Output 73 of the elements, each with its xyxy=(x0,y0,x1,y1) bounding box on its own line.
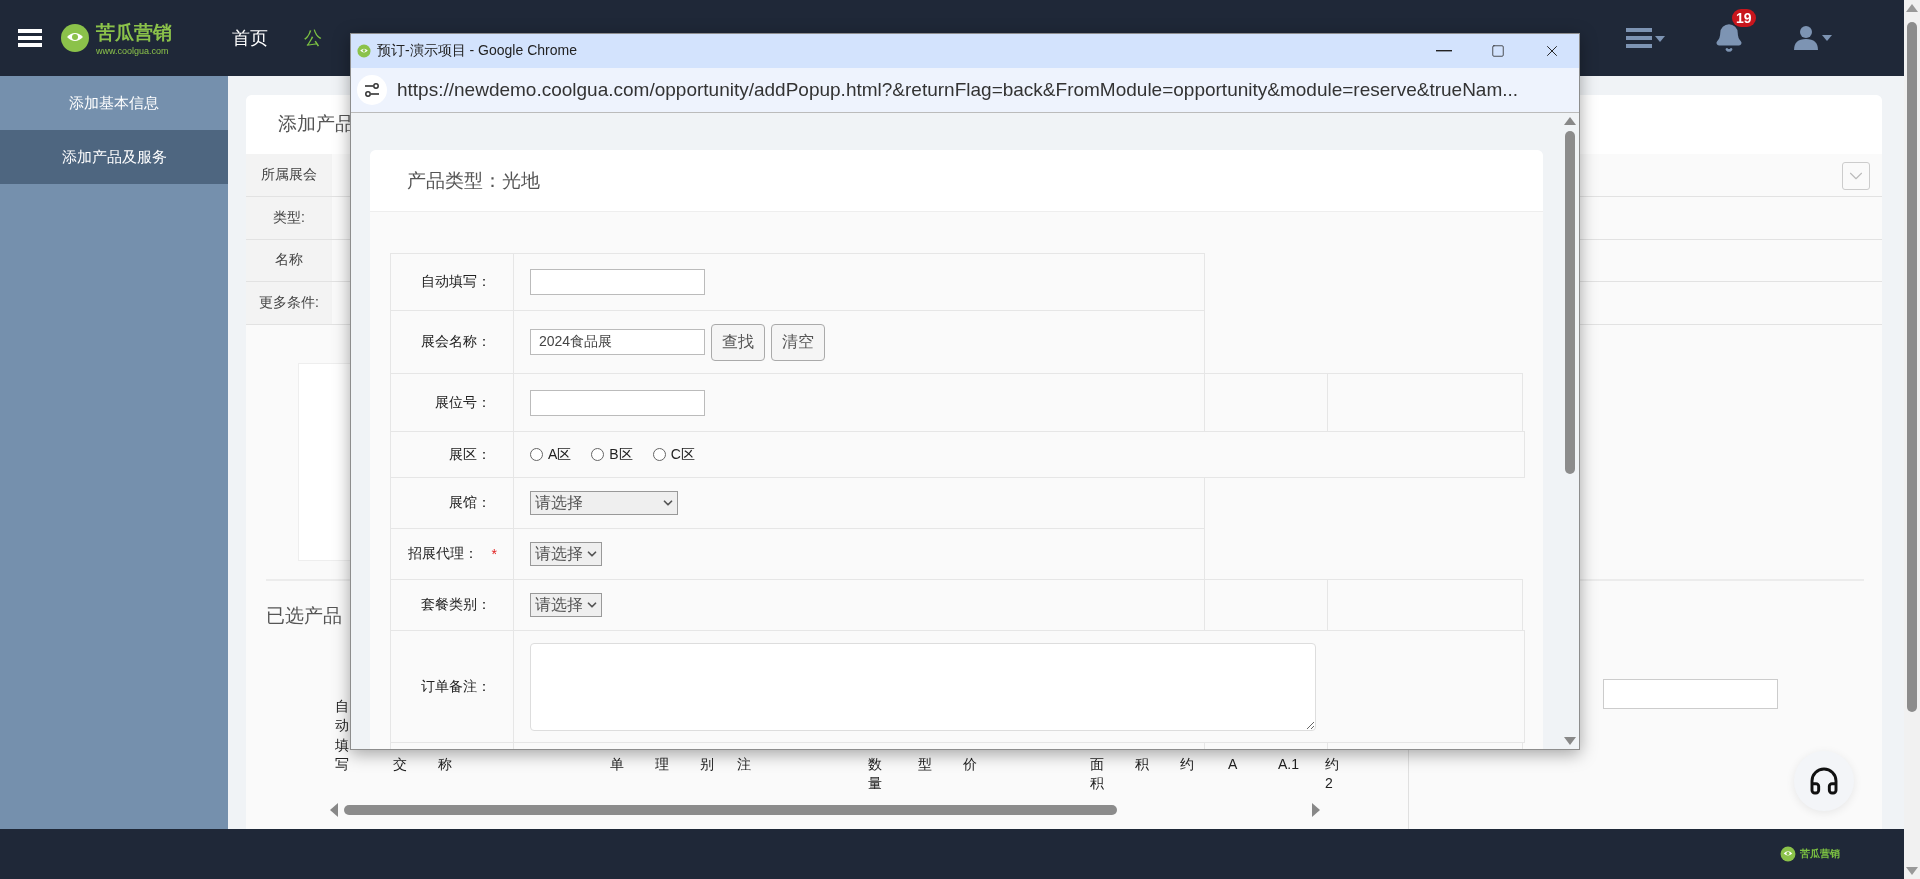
select-field[interactable]: 请选择 xyxy=(530,593,602,617)
column-header: A.1 xyxy=(1278,754,1300,774)
logo-url: www.coolgua.com xyxy=(96,46,170,56)
scroll-up-icon[interactable] xyxy=(1564,117,1576,125)
column-header: 单 xyxy=(610,754,624,774)
form-button[interactable]: 查找 xyxy=(711,323,765,361)
scrollbar-thumb[interactable] xyxy=(344,805,1117,815)
product-type-title: 产品类型：光地 xyxy=(407,168,540,193)
list-icon[interactable] xyxy=(1626,27,1666,49)
filter-label: 类型: xyxy=(246,196,332,239)
bell-icon[interactable] xyxy=(1714,23,1744,53)
radio-option[interactable]: A区 xyxy=(530,445,572,464)
sidebar-item[interactable]: 添加产品及服务 xyxy=(0,130,228,184)
column-header: 自动填写 xyxy=(335,696,349,775)
field-label: 展会名称： xyxy=(421,333,491,351)
filter-label: 名称 xyxy=(246,239,332,282)
scroll-up-icon[interactable] xyxy=(1906,4,1918,12)
logo-icon xyxy=(1780,846,1796,862)
scroll-down-icon[interactable] xyxy=(1564,737,1576,745)
headset-icon xyxy=(1808,765,1840,797)
column-header: 面积 xyxy=(1090,754,1104,794)
scrollbar-thumb[interactable] xyxy=(1565,131,1575,474)
site-info-icon[interactable] xyxy=(357,75,387,105)
menu-icon[interactable] xyxy=(18,29,42,47)
minimize-icon xyxy=(1436,50,1452,52)
column-header: 注 xyxy=(737,754,751,774)
text-area[interactable] xyxy=(530,642,1316,731)
column-header: 型 xyxy=(918,754,932,774)
scroll-down-icon[interactable] xyxy=(1906,867,1918,875)
logo-icon xyxy=(357,44,371,58)
radio-option[interactable]: B区 xyxy=(591,445,633,464)
user-icon[interactable] xyxy=(1792,25,1834,51)
column-header: 理 xyxy=(655,754,669,774)
field-label: 展位号： xyxy=(435,393,491,412)
text-field[interactable] xyxy=(530,389,705,416)
text-field[interactable] xyxy=(1603,678,1778,709)
column-header: 数量 xyxy=(868,754,882,794)
field-label: 自动填写： xyxy=(421,273,491,291)
select-field[interactable]: 请选择 xyxy=(530,491,678,515)
filter-label: 更多条件: xyxy=(246,282,332,325)
column-header: 约 xyxy=(1180,754,1194,774)
notification-badge: 19 xyxy=(1732,9,1756,27)
text-field[interactable]: 2024食品展 xyxy=(530,329,705,355)
scroll-right-icon[interactable] xyxy=(1312,803,1320,817)
form-button[interactable]: 清空 xyxy=(771,323,825,361)
field-label: 展馆： xyxy=(449,494,491,512)
field-label: 招展代理： xyxy=(407,545,478,563)
column-header: 别 xyxy=(700,754,714,774)
nav-link[interactable]: 公 xyxy=(304,26,322,50)
window-title: 预订-演示项目 - Google Chrome xyxy=(377,42,577,60)
field-label: 套餐类别： xyxy=(421,596,491,614)
maximize-icon xyxy=(1491,44,1505,58)
radio-option[interactable]: C区 xyxy=(652,445,695,464)
column-header: 积 xyxy=(1135,754,1149,774)
column-header: 约2 xyxy=(1325,754,1339,794)
logo-text: 苦瓜营销 xyxy=(96,21,172,45)
column-header: 价 xyxy=(963,754,977,774)
field-label: 展区： xyxy=(449,445,491,464)
required-mark: * xyxy=(491,546,497,562)
text-field[interactable] xyxy=(530,269,705,295)
footer-logo-text: 苦瓜营销 xyxy=(1800,847,1840,861)
column-header: 称 xyxy=(438,754,452,774)
logo-icon xyxy=(60,23,90,53)
dropdown-button[interactable] xyxy=(1842,161,1870,190)
scrollbar-thumb[interactable] xyxy=(1907,22,1917,712)
column-header: A xyxy=(1228,754,1239,774)
nav-link[interactable]: 首页 xyxy=(232,26,268,50)
scroll-left-icon[interactable] xyxy=(330,803,338,817)
filter-label: 所属展会 xyxy=(246,153,332,196)
section-title: 已选产品 xyxy=(266,603,342,628)
column-header: 交 xyxy=(393,754,407,774)
select-field[interactable]: 请选择 xyxy=(530,542,602,566)
field-label: 订单备注： xyxy=(421,677,491,696)
